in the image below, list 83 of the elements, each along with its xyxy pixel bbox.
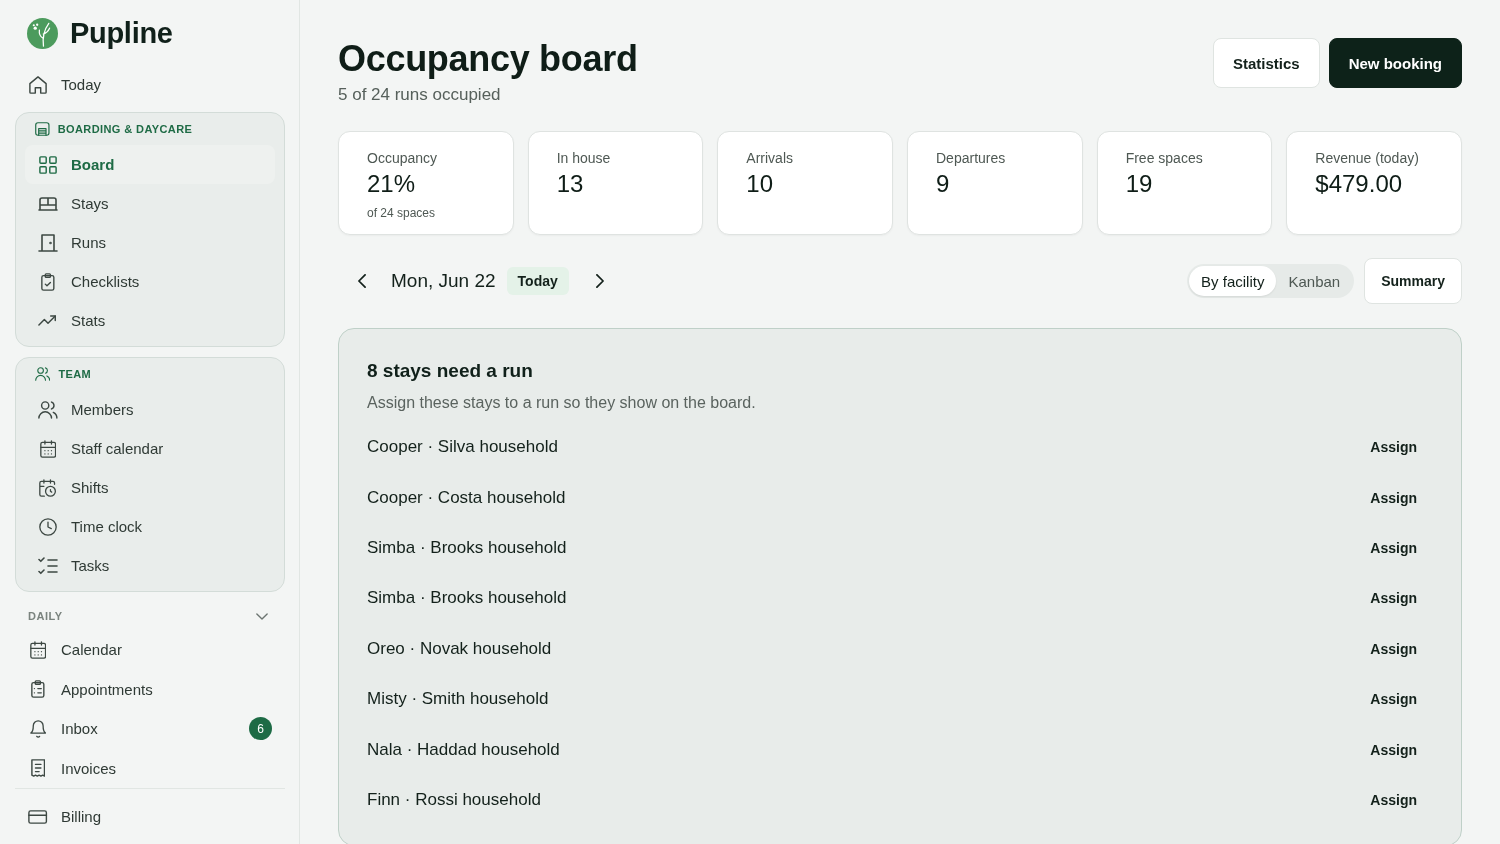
stat-label: Occupancy — [367, 149, 438, 167]
calendar-icon — [39, 439, 57, 458]
people-icon — [38, 400, 58, 419]
stat-note: of 24 spaces — [367, 205, 436, 221]
primary-button[interactable]: New booking — [1328, 38, 1462, 88]
sidebar-item[interactable]: Board — [25, 145, 275, 184]
stay-name: Misty · Smith household — [367, 689, 549, 710]
stay-name: Nala · Haddad household — [367, 739, 560, 760]
assign-button[interactable]: Assign — [1356, 634, 1431, 663]
calendar-icon — [29, 640, 47, 659]
stay-name: Cooper · Costa household — [367, 487, 566, 508]
sidebar-item[interactable]: Staff calendar — [25, 429, 275, 468]
assign-button[interactable]: Assign — [1356, 433, 1431, 462]
bell-icon — [29, 719, 47, 738]
stat-value: 10 — [746, 169, 774, 199]
brand-name: Pupline — [70, 17, 173, 49]
chevron-right-icon — [595, 274, 604, 288]
assign-button[interactable]: Assign — [1356, 533, 1431, 562]
sidebar-item[interactable]: Tasks — [25, 546, 275, 585]
bed-icon — [38, 196, 58, 211]
clock-icon — [39, 517, 57, 536]
chevron-down-icon[interactable] — [256, 612, 268, 620]
stay-name: Finn · Rossi household — [367, 789, 541, 810]
sidebar-item[interactable]: Today — [15, 65, 285, 104]
logo-icon — [27, 17, 58, 49]
assign-button[interactable]: Assign — [1356, 584, 1431, 613]
chevron-left-icon — [358, 274, 366, 288]
assign-button[interactable]: Assign — [1356, 685, 1431, 714]
stat-label: Revenue (today) — [1315, 149, 1419, 167]
section-heading: DAILY — [28, 610, 63, 622]
document-icon — [30, 759, 46, 778]
card-icon — [28, 809, 48, 824]
sidebar-item[interactable]: Calendar — [15, 630, 285, 670]
section-heading: TEAM — [58, 368, 92, 380]
panel-title: 8 stays need a run — [367, 359, 534, 383]
page-title: Occupancy board — [338, 37, 638, 81]
home-icon — [29, 75, 47, 94]
stay-name: Cooper · Silva household — [367, 437, 558, 458]
sidebar-item[interactable]: Invoices — [15, 748, 285, 788]
stay-name: Oreo · Novak household — [367, 638, 552, 659]
sidebar-item[interactable]: Shifts — [25, 468, 275, 507]
building-icon — [35, 122, 50, 136]
view-tab[interactable]: Kanban — [1276, 266, 1353, 296]
sidebar-item[interactable]: Billing — [15, 797, 285, 836]
sidebar-item[interactable]: Stats — [25, 301, 275, 340]
trend-chart-icon — [38, 315, 58, 326]
sidebar-item[interactable]: Checklists — [25, 262, 275, 301]
calendar-clock-icon — [39, 478, 57, 497]
panel-description: Assign these stays to a run so they show on the board. — [367, 393, 757, 413]
sidebar-item[interactable]: Stays — [25, 184, 275, 223]
stat-value: 13 — [556, 169, 584, 199]
stat-label: Free spaces — [1125, 149, 1203, 167]
grid-icon — [39, 155, 57, 174]
view-tab[interactable]: By facility — [1189, 266, 1277, 296]
clipboard-list-icon — [31, 680, 45, 699]
sidebar-item[interactable]: Time clock — [25, 507, 275, 546]
assign-button[interactable]: Assign — [1356, 785, 1431, 814]
stay-name: Simba · Brooks household — [367, 588, 567, 609]
stat-value: 21% — [367, 169, 416, 199]
sidebar-item[interactable]: Appointments — [15, 669, 285, 709]
stat-label: Arrivals — [746, 149, 793, 167]
date-label: Mon, Jun 22 — [391, 270, 496, 292]
sidebar-item[interactable]: Runs — [25, 223, 275, 262]
section-heading: BOARDING & DAYCARE — [57, 123, 193, 135]
stat-value: 9 — [936, 169, 950, 199]
door-icon — [38, 233, 58, 252]
count-badge: 6 — [249, 717, 272, 741]
stat-value: 19 — [1125, 169, 1153, 199]
sidebar-item[interactable]: Inbox 6 — [15, 709, 285, 749]
checklist-icon — [38, 556, 58, 575]
summary-button[interactable]: Summary — [1364, 258, 1462, 304]
stat-value: $479.00 — [1315, 169, 1403, 199]
sidebar-item[interactable]: Members — [25, 390, 275, 429]
assign-button[interactable]: Assign — [1356, 735, 1431, 764]
stay-name: Simba · Brooks household — [367, 537, 567, 558]
today-button[interactable]: Today — [506, 267, 569, 295]
stat-label: In house — [556, 149, 611, 167]
assign-button[interactable]: Assign — [1356, 483, 1431, 512]
clipboard-check-icon — [41, 272, 55, 291]
secondary-button[interactable]: Statistics — [1212, 38, 1320, 88]
page-subtitle: 5 of 24 runs occupied — [338, 84, 502, 106]
stat-label: Departures — [936, 149, 1006, 167]
people-icon — [35, 367, 51, 381]
